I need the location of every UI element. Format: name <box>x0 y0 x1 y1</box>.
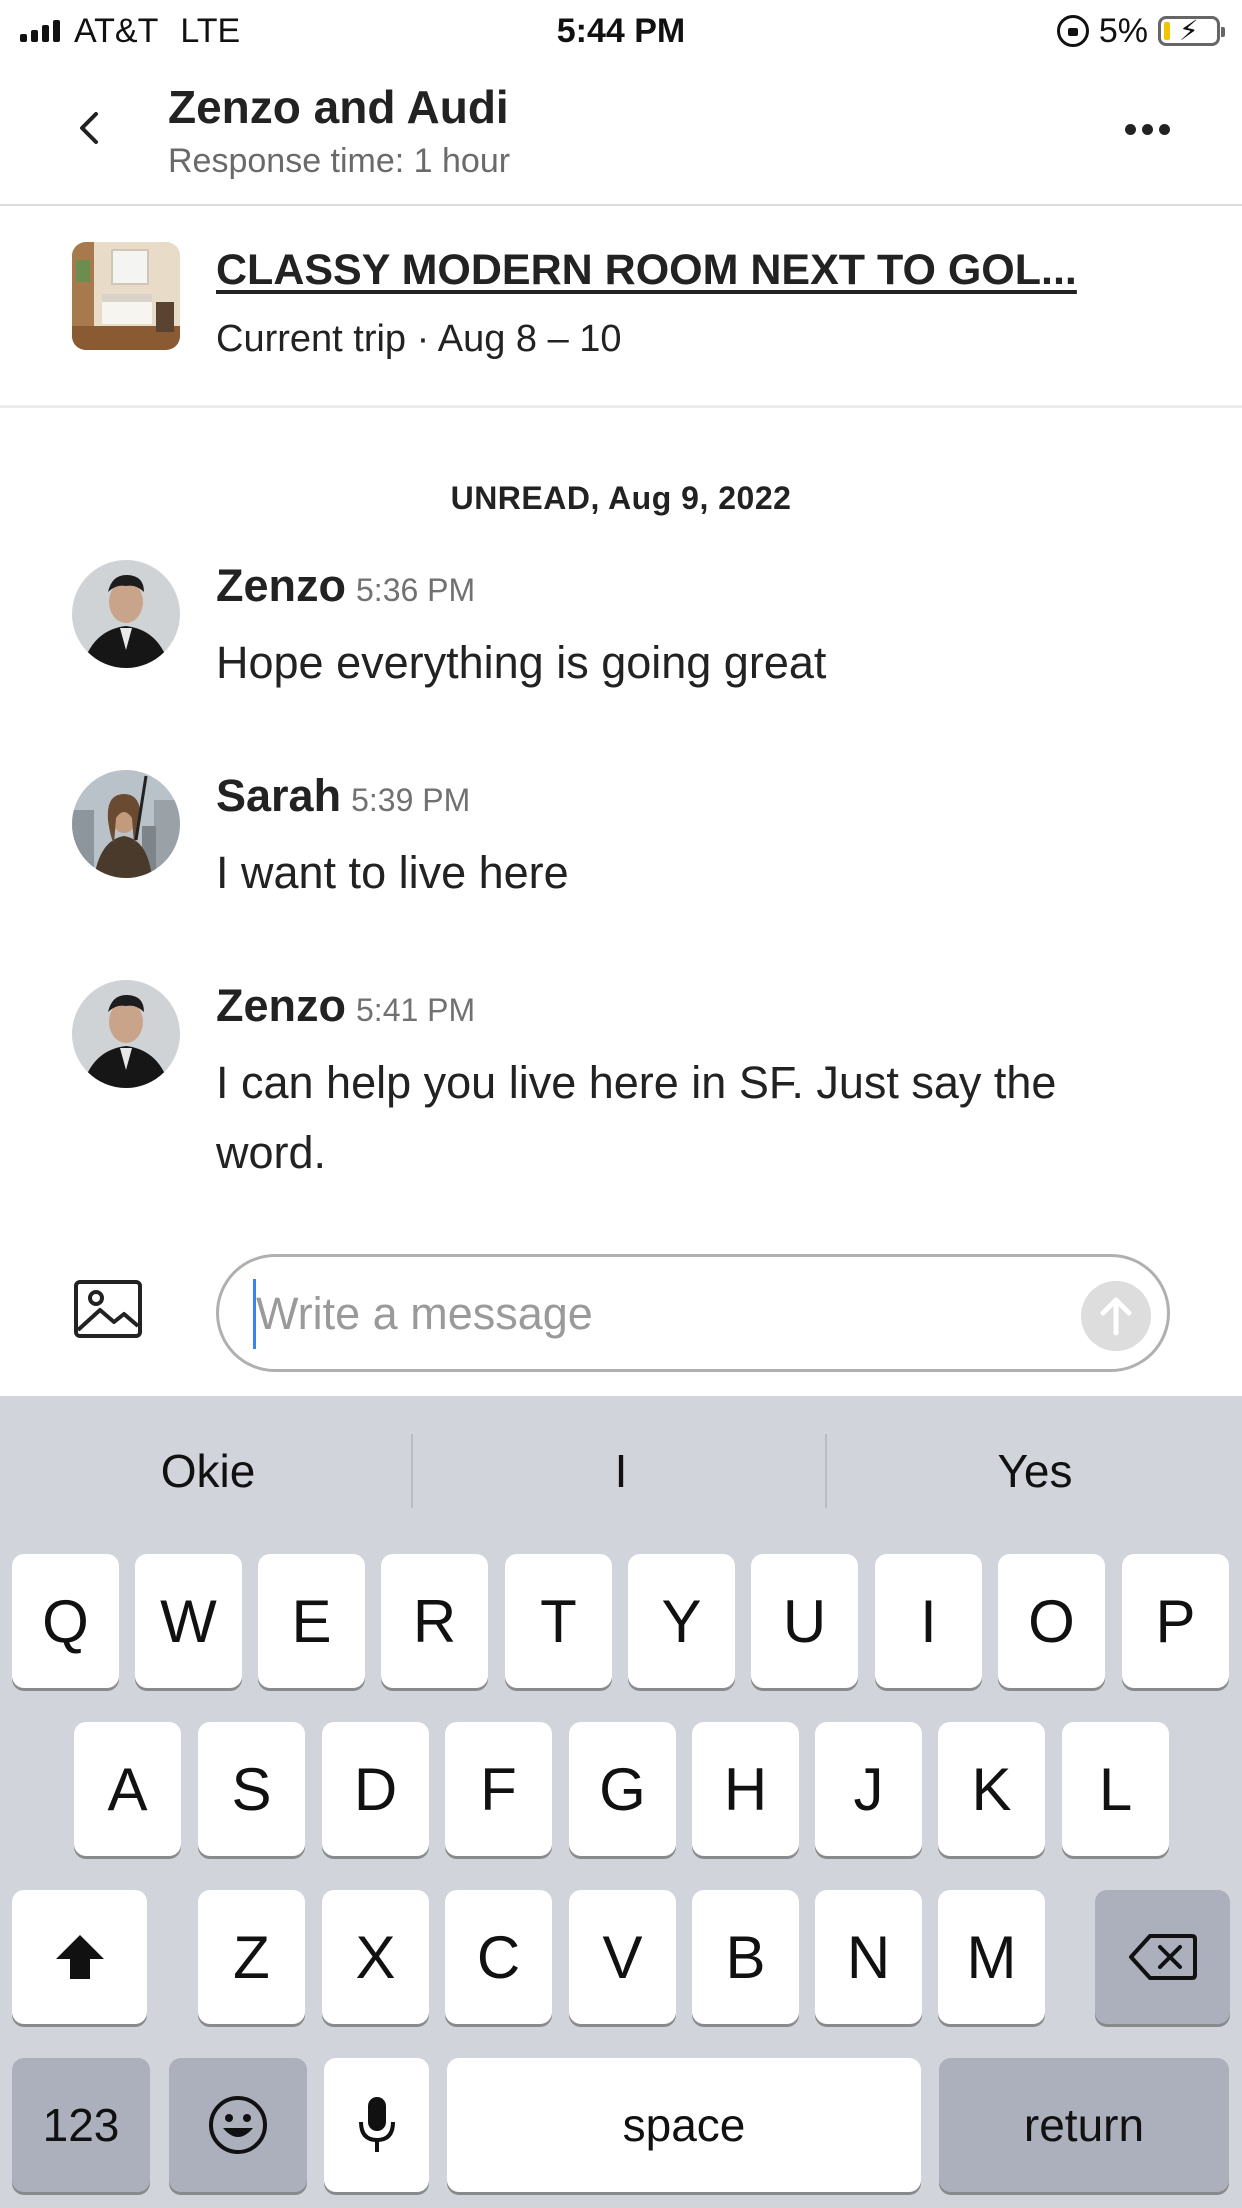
key-d[interactable]: D <box>322 1722 429 1856</box>
keyboard: Okie I Yes Q W E R T Y U I O P A S D F G… <box>0 1396 1242 2208</box>
key-b[interactable]: B <box>692 1890 799 2024</box>
listing-title-link[interactable]: CLASSY MODERN ROOM NEXT TO GOL... <box>216 246 1077 295</box>
key-j[interactable]: J <box>815 1722 922 1856</box>
key-r[interactable]: R <box>381 1554 488 1688</box>
key-a[interactable]: A <box>74 1722 181 1856</box>
message-composer <box>0 1236 1242 1396</box>
key-x[interactable]: X <box>322 1890 429 2024</box>
more-icon[interactable] <box>1125 124 1170 135</box>
delete-key[interactable] <box>1095 1890 1230 2024</box>
message-text: I want to live here <box>216 847 569 898</box>
shift-key[interactable] <box>12 1890 147 2024</box>
message-sender: Sarah <box>216 770 342 821</box>
message-item: Sarah 5:39 PM I want to live here <box>72 770 1182 898</box>
message-text: I can help you live here in SF. Just say… <box>216 1057 1057 1178</box>
send-arrow-icon <box>1100 1297 1132 1336</box>
key-u[interactable]: U <box>751 1554 858 1688</box>
key-v[interactable]: V <box>569 1890 676 2024</box>
back-chevron-icon[interactable] <box>72 108 112 148</box>
suggestion-1[interactable]: Okie <box>2 1436 414 1506</box>
predictive-bar: Okie I Yes <box>0 1396 1242 1546</box>
key-m[interactable]: M <box>938 1890 1045 2024</box>
suggestion-3[interactable]: Yes <box>829 1436 1241 1506</box>
key-l[interactable]: L <box>1062 1722 1169 1856</box>
key-t[interactable]: T <box>505 1554 612 1688</box>
status-bar: AT&T LTE 5:44 PM 5% ⚡ <box>0 0 1242 62</box>
battery-percent: 5% <box>1098 11 1148 50</box>
listing-thumbnail[interactable] <box>72 242 180 350</box>
key-p[interactable]: P <box>1122 1554 1229 1688</box>
key-g[interactable]: G <box>569 1722 676 1856</box>
key-k[interactable]: K <box>938 1722 1045 1856</box>
shift-icon <box>55 1935 104 1979</box>
message-item: Zenzo 5:36 PM Hope everything is going gr… <box>72 560 1182 688</box>
key-z[interactable]: Z <box>198 1890 305 2024</box>
avatar[interactable] <box>72 560 180 668</box>
message-text: Hope everything is going great <box>216 637 827 688</box>
suggestion-2[interactable]: I <box>415 1436 827 1506</box>
suggestion-divider <box>411 1434 413 1508</box>
date-separator: UNREAD, Aug 9, 2022 <box>450 480 792 516</box>
emoji-icon <box>209 2096 267 2154</box>
response-time: Response time: 1 hour <box>168 142 511 180</box>
trip-dates: Current trip · Aug 8 – 10 <box>216 318 622 360</box>
message-sender: Zenzo <box>216 980 346 1031</box>
message-sender: Zenzo <box>216 560 346 611</box>
key-c[interactable]: C <box>445 1890 552 2024</box>
send-button[interactable] <box>1081 1281 1151 1351</box>
message-time: 5:41 PM <box>356 992 476 1028</box>
delete-icon <box>1128 1934 1197 1980</box>
listing-card[interactable]: CLASSY MODERN ROOM NEXT TO GOL... Curren… <box>0 208 1242 408</box>
key-i[interactable]: I <box>875 1554 982 1688</box>
conversation-title: Zenzo and Audi <box>168 81 509 133</box>
microphone-icon <box>358 2097 395 2152</box>
battery-charging-icon: ⚡ <box>1158 15 1225 46</box>
conversation-header: Zenzo and Audi Response time: 1 hour <box>0 62 1242 206</box>
orientation-lock-icon <box>1056 15 1089 47</box>
key-o[interactable]: O <box>998 1554 1105 1688</box>
message-input-container[interactable] <box>216 1254 1170 1372</box>
message-time: 5:36 PM <box>356 572 476 608</box>
message-item: Zenzo 5:41 PM I can help you live here in… <box>72 980 1182 1180</box>
numbers-key[interactable]: 123 <box>12 2058 150 2192</box>
key-f[interactable]: F <box>445 1722 552 1856</box>
key-s[interactable]: S <box>198 1722 305 1856</box>
image-icon[interactable] <box>74 1280 142 1338</box>
key-q[interactable]: Q <box>12 1554 119 1688</box>
suggestion-divider <box>825 1434 827 1508</box>
message-input[interactable] <box>253 1279 1073 1349</box>
key-e[interactable]: E <box>258 1554 365 1688</box>
space-key[interactable]: space <box>447 2058 921 2192</box>
key-h[interactable]: H <box>692 1722 799 1856</box>
dictation-key[interactable] <box>324 2058 429 2192</box>
key-y[interactable]: Y <box>628 1554 735 1688</box>
avatar[interactable] <box>72 980 180 1088</box>
avatar[interactable] <box>72 770 180 878</box>
return-key[interactable]: return <box>939 2058 1229 2192</box>
key-n[interactable]: N <box>815 1890 922 2024</box>
message-time: 5:39 PM <box>351 782 471 818</box>
clock: 5:44 PM <box>556 12 686 50</box>
key-w[interactable]: W <box>135 1554 242 1688</box>
emoji-key[interactable] <box>169 2058 307 2192</box>
